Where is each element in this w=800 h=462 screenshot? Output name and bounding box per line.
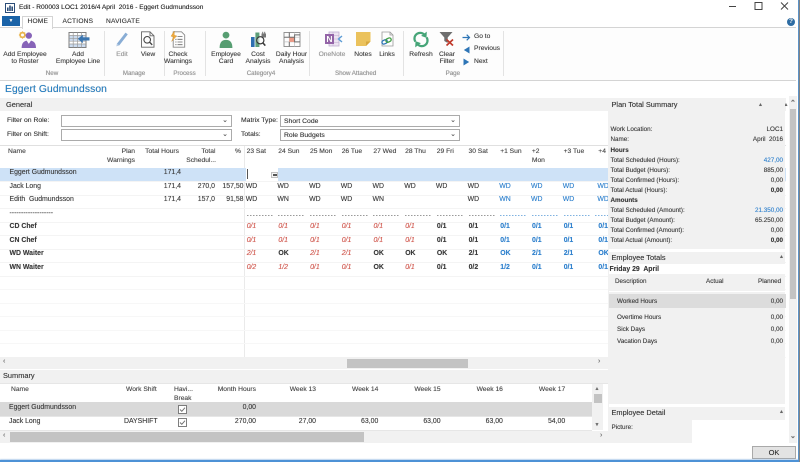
svg-text:N: N <box>326 34 332 44</box>
